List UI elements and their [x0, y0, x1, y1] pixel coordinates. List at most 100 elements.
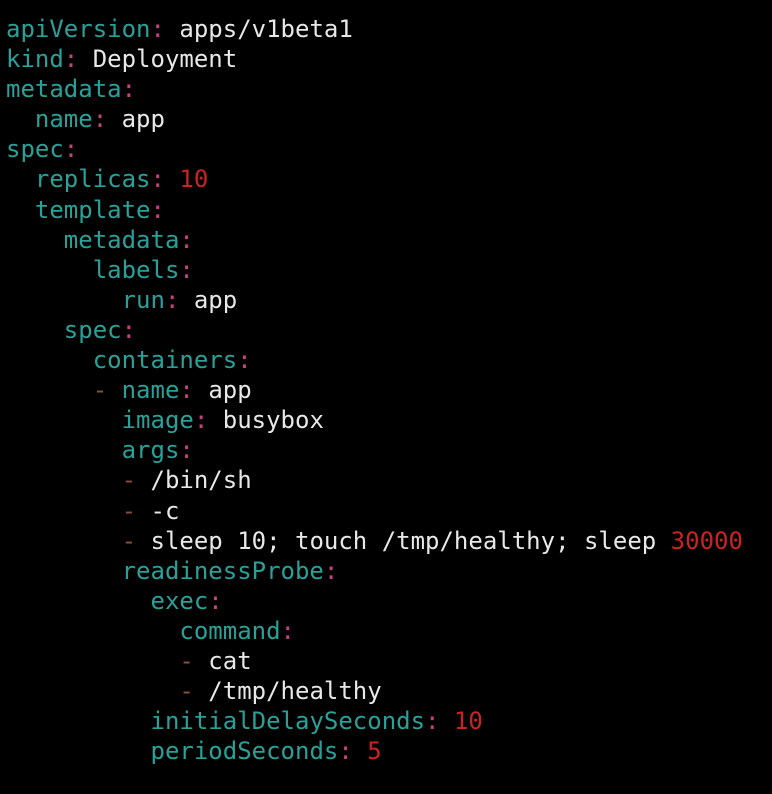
yaml-colon: :: [338, 737, 353, 766]
code-line[interactable]: spec:: [6, 134, 743, 164]
yaml-code-editor[interactable]: apiVersion: apps/v1beta1 kind: Deployment…: [0, 0, 772, 794]
yaml-colon: :: [179, 255, 194, 284]
code-line[interactable]: - cat: [6, 646, 743, 676]
yaml-colon: :: [280, 616, 295, 645]
yaml-key: name: [34, 105, 93, 134]
code-line[interactable]: - /bin/sh: [6, 465, 743, 495]
yaml-string-value: app: [193, 285, 238, 314]
code-line[interactable]: initialDelaySeconds: 10: [6, 706, 743, 736]
code-line[interactable]: exec:: [6, 586, 743, 616]
yaml-colon: :: [179, 225, 194, 254]
yaml-colon: :: [193, 406, 209, 435]
yaml-string-value: Deployment: [92, 45, 238, 74]
yaml-key: image: [121, 406, 194, 435]
code-line[interactable]: apiVersion: apps/v1beta1: [6, 14, 743, 44]
list-dash-marker: -: [92, 376, 108, 405]
yaml-key: spec: [63, 315, 122, 344]
yaml-colon: :: [208, 586, 223, 615]
code-content[interactable]: apiVersion: apps/v1beta1 kind: Deployment…: [6, 14, 743, 766]
code-line[interactable]: - sleep 10; touch /tmp/healthy; sleep 30…: [6, 526, 743, 556]
yaml-key: exec: [150, 586, 209, 615]
yaml-key: template: [34, 195, 151, 224]
yaml-number-value: 30000: [670, 526, 743, 555]
yaml-number-value: 10: [179, 165, 209, 194]
code-line[interactable]: kind: Deployment: [6, 44, 743, 74]
yaml-key: metadata: [63, 225, 180, 254]
code-line[interactable]: image: busybox: [6, 405, 743, 435]
code-line[interactable]: - /tmp/healthy: [6, 676, 743, 706]
code-line[interactable]: name: app: [6, 104, 743, 134]
yaml-string-value: sleep 10; touch /tmp/healthy; sleep: [150, 526, 671, 555]
code-line[interactable]: - name: app: [6, 375, 743, 405]
list-dash-marker: -: [179, 646, 194, 675]
yaml-string-value: busybox: [222, 406, 324, 435]
list-dash-marker: -: [121, 526, 137, 555]
yaml-key: readinessProbe: [121, 556, 324, 585]
yaml-key: run: [121, 285, 165, 314]
yaml-colon: :: [150, 195, 165, 224]
list-dash-marker: -: [121, 466, 137, 495]
code-line[interactable]: spec:: [6, 315, 743, 345]
code-line[interactable]: readinessProbe:: [6, 556, 743, 586]
code-line[interactable]: replicas: 10: [6, 164, 743, 194]
yaml-key: spec: [6, 135, 64, 164]
yaml-colon: :: [323, 556, 339, 585]
yaml-key: periodSeconds: [150, 737, 339, 766]
code-line[interactable]: metadata:: [6, 225, 743, 255]
yaml-colon: :: [63, 45, 79, 74]
code-line[interactable]: periodSeconds: 5: [6, 736, 743, 766]
yaml-number-value: 5: [367, 737, 382, 766]
code-line[interactable]: args:: [6, 435, 743, 465]
yaml-string-value: cat: [208, 646, 252, 675]
yaml-string-value: /tmp/healthy: [208, 677, 382, 706]
code-line[interactable]: command:: [6, 616, 743, 646]
yaml-key: apiVersion: [6, 15, 151, 43]
code-line[interactable]: run: app: [6, 285, 743, 315]
yaml-string-value: app: [121, 105, 165, 134]
code-line[interactable]: metadata:: [6, 74, 743, 104]
yaml-string-value: -c: [150, 496, 180, 525]
list-dash-marker: -: [179, 677, 194, 706]
code-line[interactable]: containers:: [6, 345, 743, 375]
yaml-colon: :: [179, 376, 194, 405]
yaml-colon: :: [425, 707, 440, 736]
yaml-string-value: app: [208, 376, 252, 405]
code-line[interactable]: template:: [6, 195, 743, 225]
list-dash-marker: -: [121, 496, 137, 525]
yaml-colon: :: [121, 75, 137, 104]
yaml-colon: :: [150, 15, 165, 43]
yaml-key: command: [179, 616, 281, 645]
yaml-string-value: apps/v1beta1: [179, 15, 353, 43]
code-line[interactable]: - -c: [6, 496, 743, 526]
yaml-key: kind: [6, 45, 64, 74]
code-line[interactable]: labels:: [6, 255, 743, 285]
yaml-key: args: [121, 436, 180, 465]
